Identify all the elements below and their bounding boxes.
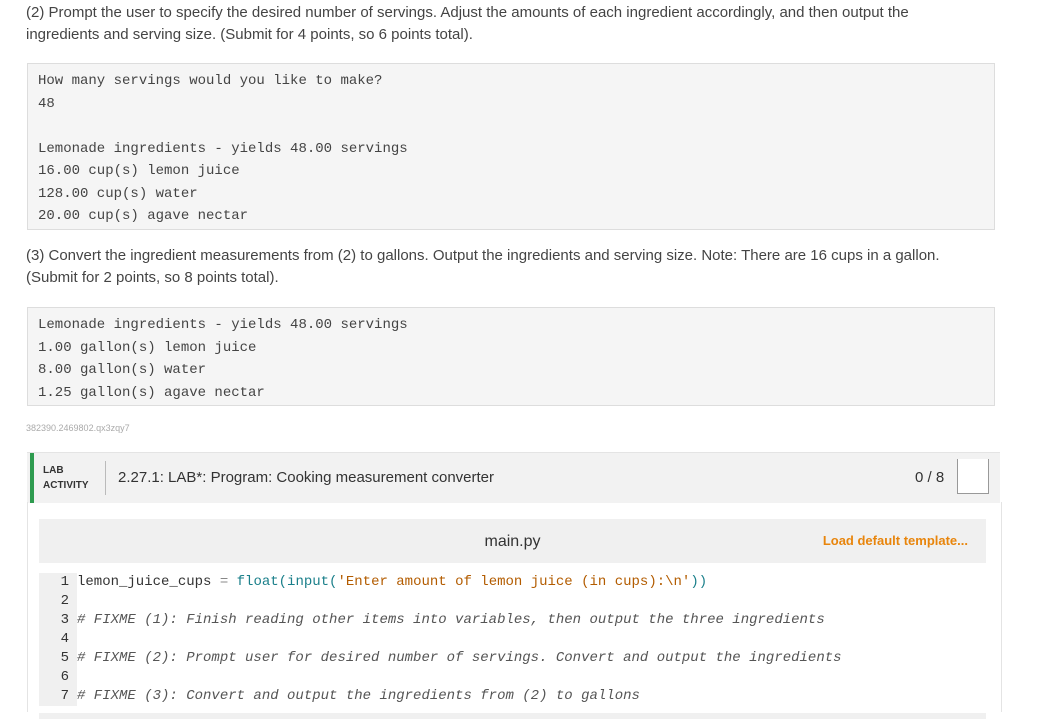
step3-instructions: (3) Convert the ingredient measurements … xyxy=(26,247,940,286)
step3-example-output: Lemonade ingredients - yields 48.00 serv… xyxy=(27,307,995,406)
code-token: = xyxy=(219,574,229,590)
code-token: 'Enter amount of lemon juice (in cups):\… xyxy=(337,574,691,590)
score-text: 0 / 8 xyxy=(915,469,945,486)
code-comment: # FIXME (2): Prompt user for desired num… xyxy=(77,650,842,666)
lab-activity-header: LAB ACTIVITY 2.27.1: LAB*: Program: Cook… xyxy=(27,452,1000,503)
output-line: 16.00 cup(s) lemon juice xyxy=(38,163,240,179)
code-editor[interactable]: 1 lemon_juice_cups = float(input('Enter a… xyxy=(39,563,986,713)
code-token: float(input( xyxy=(236,574,338,590)
line-number: 1 xyxy=(39,573,77,592)
lab-label-line2: ACTIVITY xyxy=(43,480,89,491)
output-line: 48 xyxy=(38,95,55,112)
code-line[interactable]: 2 xyxy=(39,592,77,611)
divider xyxy=(105,461,106,495)
code-line[interactable]: 7 # FIXME (3): Convert and output the ing… xyxy=(39,687,640,706)
output-line: 1.00 gallon(s) lemon juice xyxy=(38,339,257,356)
output-line: Lemonade ingredients - yields 48.00 serv… xyxy=(38,140,408,157)
output-line: How many servings would you like to make… xyxy=(38,73,383,89)
lab-accent-bar xyxy=(30,453,34,503)
code-token: )) xyxy=(690,574,708,590)
code-line[interactable]: 5 # FIXME (2): Prompt user for desired nu… xyxy=(39,649,842,668)
code-comment: # FIXME (3): Convert and output the ingr… xyxy=(77,688,640,704)
step2-instructions: (2) Prompt the user to specify the desir… xyxy=(26,4,909,43)
output-line: Lemonade ingredients - yields 48.00 serv… xyxy=(38,317,408,333)
line-number: 5 xyxy=(39,649,77,668)
line-number: 7 xyxy=(39,687,77,706)
output-line: 1.25 gallon(s) agave nectar xyxy=(38,384,265,401)
line-number: 2 xyxy=(39,592,77,611)
code-line[interactable]: 3 # FIXME (1): Finish reading other items… xyxy=(39,611,825,630)
load-default-template-link[interactable]: Load default template... xyxy=(823,533,968,548)
line-number: 3 xyxy=(39,611,77,630)
code-line[interactable]: 6 xyxy=(39,668,77,687)
output-line: 20.00 cup(s) agave nectar xyxy=(38,208,249,224)
code-comment: # FIXME (1): Finish reading other items … xyxy=(77,612,825,628)
line-number: 6 xyxy=(39,668,77,687)
output-line: 128.00 cup(s) water xyxy=(38,185,198,202)
activity-id: 382390.2469802.qx3zqy7 xyxy=(26,423,130,433)
output-line: 8.00 gallon(s) water xyxy=(38,362,207,378)
score-chevron-icon[interactable] xyxy=(957,459,989,494)
lab-label-line1: LAB xyxy=(43,465,64,476)
lab-title: 2.27.1: LAB*: Program: Cooking measureme… xyxy=(118,469,495,486)
step2-example-output: How many servings would you like to make… xyxy=(27,63,995,230)
code-line[interactable]: 1 lemon_juice_cups = float(input('Enter a… xyxy=(39,573,707,592)
code-line[interactable]: 4 xyxy=(39,630,77,649)
line-number: 4 xyxy=(39,630,77,649)
code-token: lemon_juice_cups xyxy=(77,574,212,590)
lab-activity-label: LAB ACTIVITY xyxy=(43,463,89,493)
